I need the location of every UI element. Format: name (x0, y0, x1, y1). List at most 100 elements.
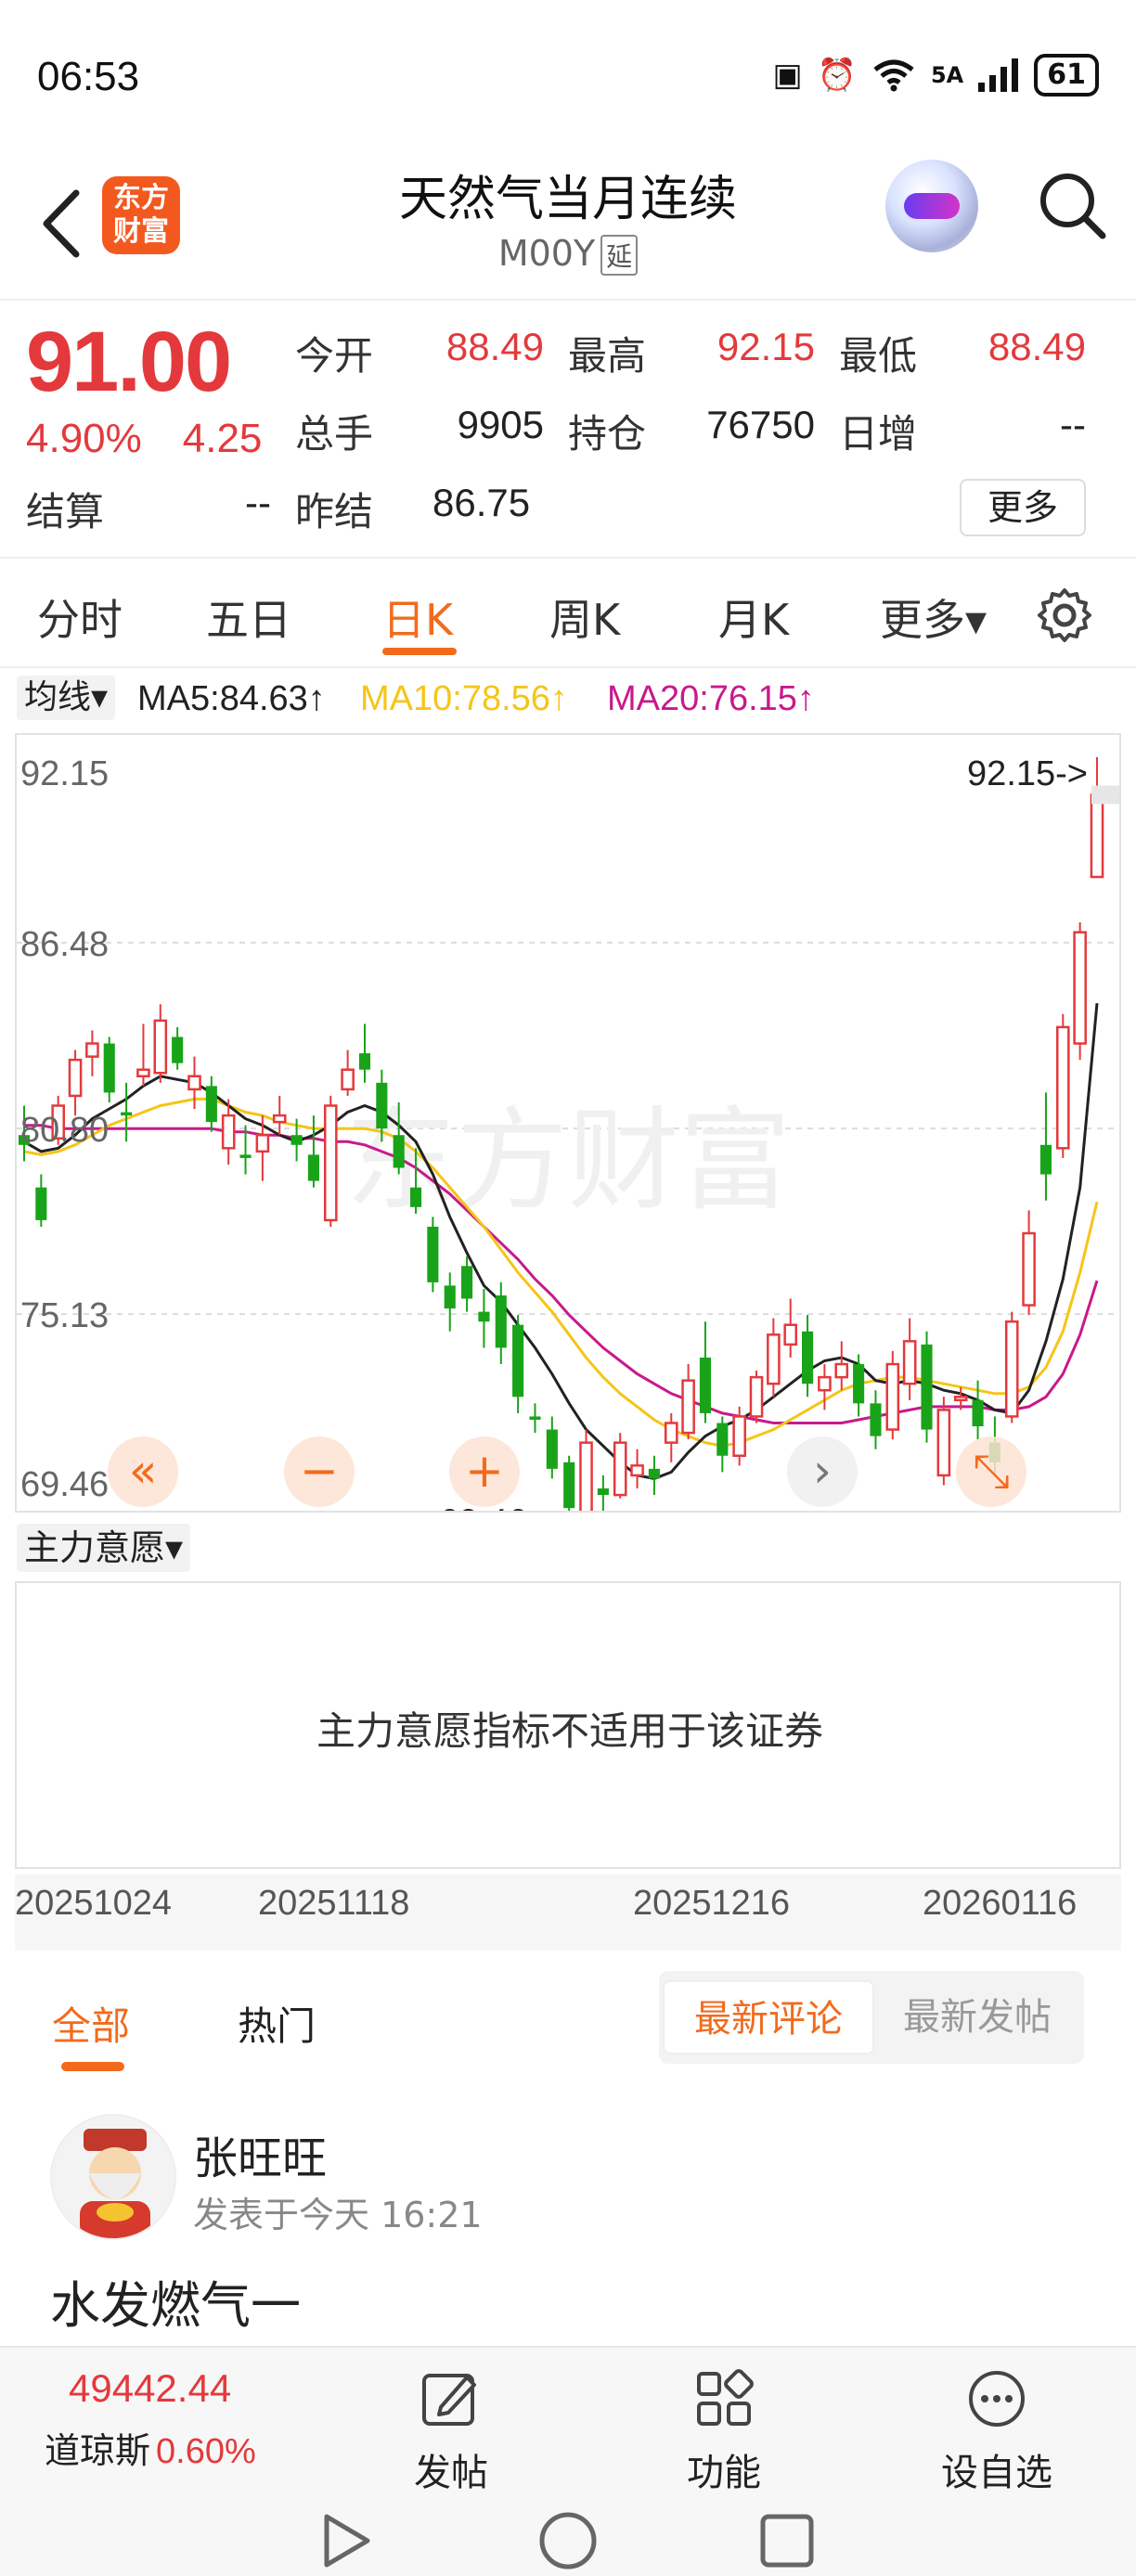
tab-all[interactable]: 全部 (52, 1995, 130, 2052)
scroll-right-button[interactable]: › (787, 1436, 858, 1507)
candle (121, 1082, 133, 1142)
post-item[interactable]: 张旺旺 发表于今天 16:21 水发燃气一 (0, 2088, 1136, 2338)
candle (630, 1449, 644, 1489)
candle (613, 1433, 627, 1499)
ai-assistant-avatar[interactable] (885, 160, 978, 252)
tab-hot[interactable]: 热门 (238, 1995, 316, 2052)
index-value[interactable]: 49442.44 (69, 2366, 231, 2411)
candle-body (902, 1340, 917, 1385)
date-axis: 20251024 20251118 20251216 20260116 (15, 1874, 1121, 1951)
candle (495, 1282, 507, 1365)
candle (1039, 1092, 1052, 1201)
candle-body (630, 1464, 644, 1477)
candle (579, 1429, 593, 1511)
tab-monthly-k[interactable]: 月K (718, 586, 789, 648)
candle-body (221, 1114, 236, 1150)
candle-body (461, 1266, 473, 1299)
candle-body (716, 1423, 729, 1456)
candle-body (1022, 1231, 1036, 1307)
candle (478, 1288, 490, 1348)
ma5-label: MA5:84.63↑ (137, 679, 326, 718)
network-type-label: 5A (930, 62, 964, 88)
candle-body (1004, 1320, 1019, 1418)
candle (172, 1026, 184, 1070)
sort-latest-comment[interactable]: 最新评论 (663, 1980, 874, 2054)
nav-add-watchlist-button[interactable]: 设自选 (923, 2366, 1071, 2496)
ma20-label: MA20:76.15↑ (607, 679, 815, 718)
tab-weekly-k[interactable]: 周K (549, 586, 620, 648)
low-label: 最低 (839, 333, 918, 379)
candle (341, 1050, 355, 1096)
user-avatar[interactable] (50, 2114, 176, 2240)
candle-body (512, 1324, 524, 1397)
grid-icon (697, 2369, 754, 2426)
indicator-selector[interactable]: 主力意愿▾ (17, 1524, 191, 1572)
candle (136, 1024, 150, 1087)
fullscreen-button[interactable]: ⤡ (956, 1436, 1026, 1507)
ma-legend: 均线▾ MA5:84.63↑ MA10:78.56↑ MA20:76.15↑ (0, 670, 1136, 729)
change-row: 4.90% 4.25 (26, 416, 303, 462)
tab-intraday[interactable]: 分时 (37, 586, 123, 648)
nav-functions-button[interactable]: 功能 (650, 2366, 798, 2496)
index-ticker[interactable]: 道琼斯 0.60% (45, 2422, 256, 2473)
system-nav (324, 2512, 814, 2570)
candle-body (376, 1082, 388, 1129)
comment-tabs: 全部 热门 最新评论 最新发帖 (0, 1958, 1136, 2079)
sort-latest-post[interactable]: 最新发帖 (874, 1980, 1080, 2054)
nav-post-button[interactable]: 发帖 (377, 2366, 525, 2496)
candle-body (1073, 931, 1087, 1045)
candle (1004, 1311, 1019, 1423)
post-username[interactable]: 张旺旺 (193, 2121, 327, 2186)
candle-body (664, 1422, 678, 1444)
candle (461, 1256, 473, 1312)
app-logo: 东方财富 (102, 176, 180, 254)
candle (681, 1364, 695, 1440)
date-label: 20251024 (15, 1884, 173, 1923)
zoom-out-button[interactable]: − (284, 1436, 355, 1507)
back-icon[interactable] (33, 182, 89, 265)
candle-body (478, 1311, 490, 1322)
candle (1055, 1013, 1070, 1158)
zoom-in-button[interactable]: + (449, 1436, 520, 1507)
candle (68, 1050, 83, 1116)
candle-body (272, 1114, 287, 1124)
candle (307, 1115, 319, 1188)
ma-selector[interactable]: 均线▾ (17, 676, 116, 720)
tab-more[interactable]: 更多▾ (880, 586, 987, 648)
status-icons: ▣ ⏰ 5A 61 (773, 54, 1099, 97)
indicator-message: 主力意愿指标不适用于该证券 (316, 1708, 823, 1754)
prev-settle-label: 昨结 (295, 489, 374, 535)
tab-five-day[interactable]: 五日 (206, 586, 291, 648)
candle (512, 1315, 524, 1413)
low-value: 88.49 (988, 325, 1086, 368)
nav-add-watchlist-label: 设自选 (941, 2452, 1052, 2494)
candle-body (341, 1068, 355, 1091)
candle-body (613, 1441, 627, 1497)
candle-body (307, 1154, 319, 1181)
more-quote-button[interactable]: 更多 (960, 479, 1086, 536)
candle (153, 1004, 168, 1083)
kline-chart[interactable]: 东方财富 92.1586.4880.8075.1369.4692.15->69.… (15, 733, 1121, 1513)
gear-icon[interactable] (1036, 586, 1093, 644)
candle (563, 1455, 575, 1511)
candle-body (953, 1396, 968, 1402)
post-content[interactable]: 水发燃气一 (50, 2264, 301, 2338)
system-back-icon[interactable] (324, 2514, 370, 2568)
high-label: 最高 (568, 333, 647, 379)
open-label: 今开 (295, 333, 374, 379)
ma-lines (23, 1002, 1099, 1480)
index-pct: 0.60% (156, 2432, 256, 2471)
system-home-icon[interactable] (539, 2512, 597, 2570)
system-recents-icon[interactable] (760, 2514, 814, 2568)
candle (870, 1390, 882, 1449)
volume-value: 9905 (457, 403, 544, 446)
robot-visor (904, 193, 960, 219)
candle-body (153, 1019, 168, 1075)
scroll-left-button[interactable]: « (108, 1436, 178, 1507)
candle-body (444, 1285, 456, 1309)
search-icon[interactable] (1036, 169, 1110, 243)
battery-icon: 61 (1034, 54, 1099, 97)
open-value: 88.49 (445, 325, 544, 368)
candle-body (136, 1068, 150, 1078)
tab-daily-k[interactable]: 日K (382, 586, 453, 648)
